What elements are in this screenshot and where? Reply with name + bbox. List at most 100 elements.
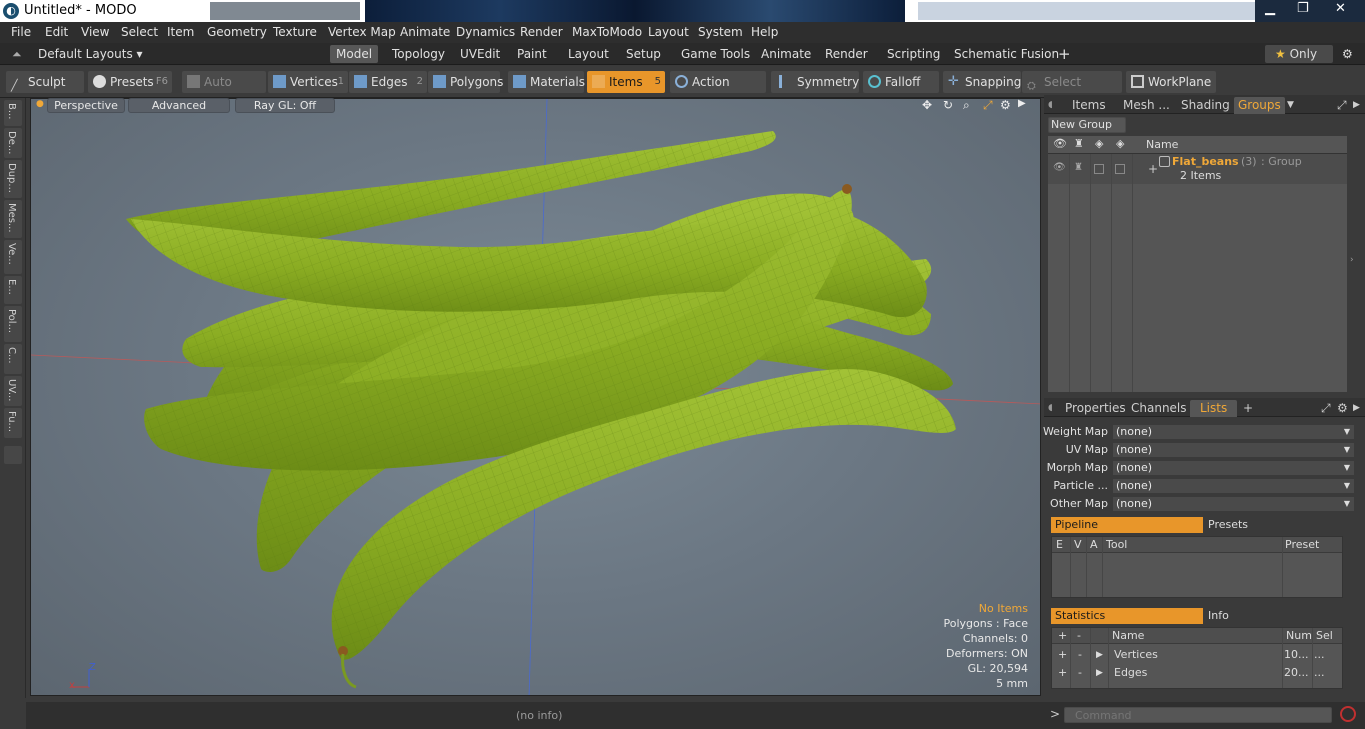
gear-icon[interactable]: ⚙	[1337, 400, 1348, 417]
zoom-icon[interactable]: ⌕	[963, 98, 970, 113]
items-button[interactable]: Items 5	[587, 71, 665, 93]
pipeline-col-e[interactable]: E	[1056, 537, 1063, 553]
expand-arrow-icon[interactable]: ▶	[1096, 665, 1103, 681]
falloff-button[interactable]: Falloff	[863, 71, 939, 93]
statistics-tab[interactable]: Statistics	[1051, 608, 1203, 624]
left-tab-curve[interactable]: C...	[4, 344, 22, 374]
stat-expand-plus[interactable]: +	[1058, 665, 1067, 681]
info-tab[interactable]: Info	[1204, 608, 1354, 624]
left-tab-basic[interactable]: B...	[4, 100, 22, 126]
tab-shading[interactable]: Shading	[1181, 97, 1230, 114]
tab-paint[interactable]: Paint	[511, 45, 553, 63]
particle-select[interactable]: (none)	[1112, 478, 1355, 494]
tab-model[interactable]: Model	[330, 45, 379, 63]
3d-viewport[interactable]: Z x No Items Polygons : Face Channels: 0…	[30, 98, 1041, 696]
menu-animate[interactable]: Animate	[400, 25, 450, 39]
tab-topology[interactable]: Topology	[386, 45, 451, 63]
add-layout-button[interactable]: +	[1052, 45, 1077, 63]
edges-button[interactable]: Edges 2	[349, 71, 427, 93]
select-through-button[interactable]: ⛭ Select Through	[1022, 71, 1122, 111]
tab-items[interactable]: Items	[1072, 97, 1106, 114]
morph-map-select[interactable]: (none)	[1112, 460, 1355, 476]
row-lock-icon[interactable]: ♜	[1074, 162, 1083, 173]
expand-toggle-icon[interactable]: +	[1148, 162, 1158, 176]
stat-row[interactable]: + - ▶ Vertices 10... ...	[1052, 646, 1342, 664]
tab-groups[interactable]: Groups	[1234, 97, 1285, 114]
action-center-button[interactable]: Action Center	[670, 71, 766, 111]
menu-maxtomodo[interactable]: MaxToModo	[572, 25, 642, 39]
viewport-dot-icon[interactable]: ●	[36, 99, 44, 109]
lock-icon[interactable]: ♜	[1074, 137, 1084, 150]
sculpt-button[interactable]: ╱ Sculpt	[6, 71, 84, 93]
fit-icon[interactable]: ⤢	[983, 98, 993, 113]
pipeline-col-v[interactable]: V	[1074, 537, 1082, 553]
tab-channels[interactable]: Channels	[1131, 400, 1187, 417]
tab-setup[interactable]: Setup	[620, 45, 667, 63]
stat-collapse-minus[interactable]: -	[1078, 665, 1082, 681]
expand-arrow-icon[interactable]: ▶	[1096, 647, 1103, 663]
group-row[interactable]: 👁 ♜ + Flat_beans (3) : Group 2 Items	[1048, 154, 1347, 184]
stat-col-plus[interactable]: +	[1058, 628, 1067, 644]
close-icon[interactable]: ✕	[1335, 1, 1346, 16]
polygons-button[interactable]: Polygons	[428, 71, 503, 93]
menu-item[interactable]: Item	[167, 25, 194, 39]
settings-icon[interactable]: ⚙	[1000, 98, 1011, 112]
menu-select[interactable]: Select	[121, 25, 158, 39]
pipeline-col-preset[interactable]: Preset	[1285, 537, 1319, 553]
stat-col-num[interactable]: Num	[1286, 628, 1312, 644]
pipeline-tab[interactable]: Pipeline	[1051, 517, 1203, 533]
render-icon[interactable]: ◈	[1095, 137, 1103, 150]
symmetry-button[interactable]: Symmetry	[771, 71, 859, 93]
tab-properties[interactable]: Properties	[1065, 400, 1126, 417]
other-map-select[interactable]: (none)	[1112, 496, 1355, 512]
stat-col-sel[interactable]: Sel	[1316, 628, 1333, 644]
pan-icon[interactable]: ✥	[922, 98, 932, 112]
vertices-button[interactable]: Vertices 1	[268, 71, 348, 93]
weight-map-select[interactable]: (none)	[1112, 424, 1355, 440]
presets-button[interactable]: Presets F6	[88, 71, 172, 93]
minimize-icon[interactable]: ▁	[1265, 1, 1275, 16]
tab-mesh[interactable]: Mesh ...	[1123, 97, 1170, 114]
menu-vertex-map[interactable]: Vertex Map	[328, 25, 396, 39]
gear-icon[interactable]: ⚙	[1336, 45, 1359, 63]
menu-render[interactable]: Render	[520, 25, 563, 39]
rotate-icon[interactable]: ↻	[943, 98, 953, 112]
row-render-checkbox[interactable]	[1094, 164, 1104, 174]
select-icon[interactable]: ◈	[1116, 137, 1124, 150]
presets-tab[interactable]: Presets	[1204, 517, 1354, 533]
menu-edit[interactable]: Edit	[45, 25, 68, 39]
left-tab-fusion[interactable]: Fu...	[4, 408, 22, 438]
expand-icon[interactable]: ⤢	[1321, 400, 1331, 417]
tab-animate[interactable]: Animate	[755, 45, 817, 63]
left-tab-edge[interactable]: E...	[4, 276, 22, 304]
left-tab-extra[interactable]	[4, 446, 22, 464]
perspective-button[interactable]: Perspective	[47, 98, 125, 113]
left-tab-uv[interactable]: UV...	[4, 376, 22, 406]
new-group-button[interactable]: New Group	[1048, 117, 1126, 133]
shading-button[interactable]: Advanced	[128, 98, 230, 113]
stat-col-minus[interactable]: -	[1077, 628, 1081, 644]
maximize-icon[interactable]: ❐	[1297, 1, 1309, 16]
add-tab-button[interactable]: +	[1243, 400, 1253, 417]
stat-collapse-minus[interactable]: -	[1078, 647, 1082, 663]
left-tab-polygon[interactable]: Pol...	[4, 306, 22, 342]
menu-file[interactable]: File	[11, 25, 31, 39]
panel-dot-icon[interactable]: ◖	[1048, 97, 1053, 114]
panel-arrow-icon[interactable]: ▶	[1353, 400, 1360, 417]
only-toggle[interactable]: ★ Only	[1265, 45, 1333, 63]
menu-geometry[interactable]: Geometry	[207, 25, 267, 39]
record-icon[interactable]	[1340, 706, 1356, 722]
workplane-button[interactable]: WorkPlane	[1126, 71, 1216, 93]
tab-lists[interactable]: Lists	[1190, 400, 1238, 417]
tab-schematic-fusion[interactable]: Schematic Fusion	[948, 45, 1065, 63]
tab-game-tools[interactable]: Game Tools	[675, 45, 756, 63]
left-tab-vertex[interactable]: Ve...	[4, 240, 22, 274]
tab-layout[interactable]: Layout	[562, 45, 615, 63]
auto-select-button[interactable]: Auto Select	[182, 71, 266, 111]
left-tab-deform[interactable]: De...	[4, 128, 22, 158]
menu-layout[interactable]: Layout	[648, 25, 689, 39]
stat-expand-plus[interactable]: +	[1058, 647, 1067, 663]
collapse-icon[interactable]: ⏶	[6, 45, 28, 63]
eye-icon[interactable]: 👁	[1053, 137, 1067, 150]
name-column-header[interactable]: Name	[1146, 138, 1178, 151]
